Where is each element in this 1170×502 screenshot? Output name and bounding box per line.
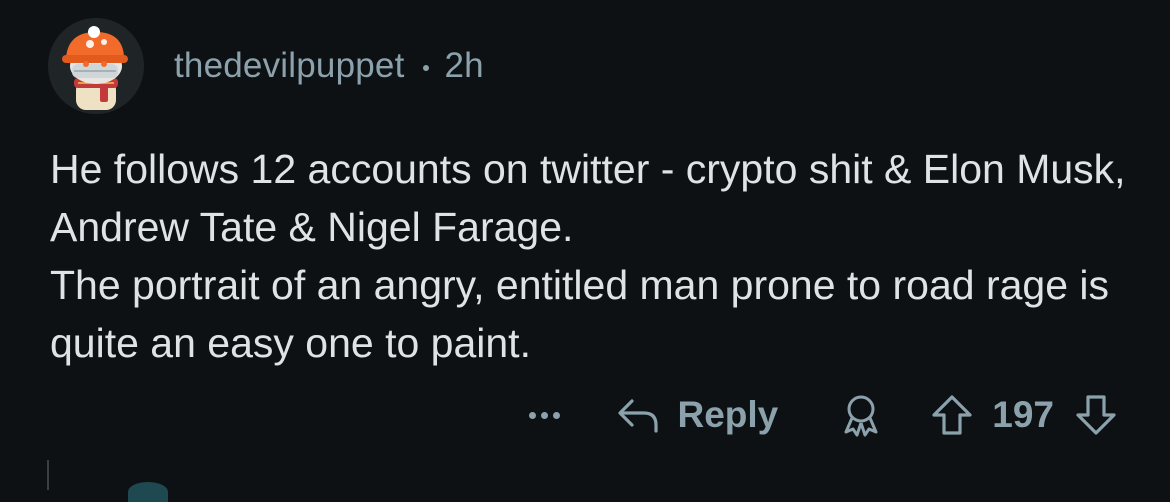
award-button[interactable] <box>838 392 884 438</box>
next-comment-avatar <box>128 482 168 502</box>
comment-header: thedevilpuppet 2h <box>48 18 484 114</box>
more-options-button[interactable] <box>528 411 560 419</box>
arrow-down-icon[interactable] <box>1074 393 1118 437</box>
timestamp: 2h <box>444 46 484 85</box>
reply-label: Reply <box>677 394 779 435</box>
reply-button[interactable]: Reply <box>616 394 779 436</box>
vote-score: 197 <box>992 394 1054 435</box>
avatar[interactable] <box>48 18 144 114</box>
separator-dot <box>422 65 429 71</box>
award-icon <box>844 395 878 437</box>
arrow-up-icon[interactable] <box>930 393 974 437</box>
comment-paragraph: He follows 12 accounts on twitter - cryp… <box>50 146 1126 250</box>
snoo-avatar-icon <box>48 18 144 114</box>
vote-control: 197 <box>930 393 1118 437</box>
author-username[interactable]: thedevilpuppet <box>174 46 405 86</box>
reply-arrow-icon <box>617 399 658 433</box>
thread-line[interactable] <box>47 460 49 490</box>
comment-actions: Reply 197 <box>528 390 1119 440</box>
more-dot <box>540 411 548 419</box>
comment-meta: thedevilpuppet 2h <box>174 46 484 86</box>
more-dot <box>552 411 560 419</box>
comment-body: He follows 12 accounts on twitter - cryp… <box>50 140 1130 372</box>
comment-paragraph: The portrait of an angry, entitled man p… <box>50 262 1110 366</box>
more-dot <box>528 411 536 419</box>
comment: thedevilpuppet 2h He follows 12 accounts… <box>0 0 1170 502</box>
